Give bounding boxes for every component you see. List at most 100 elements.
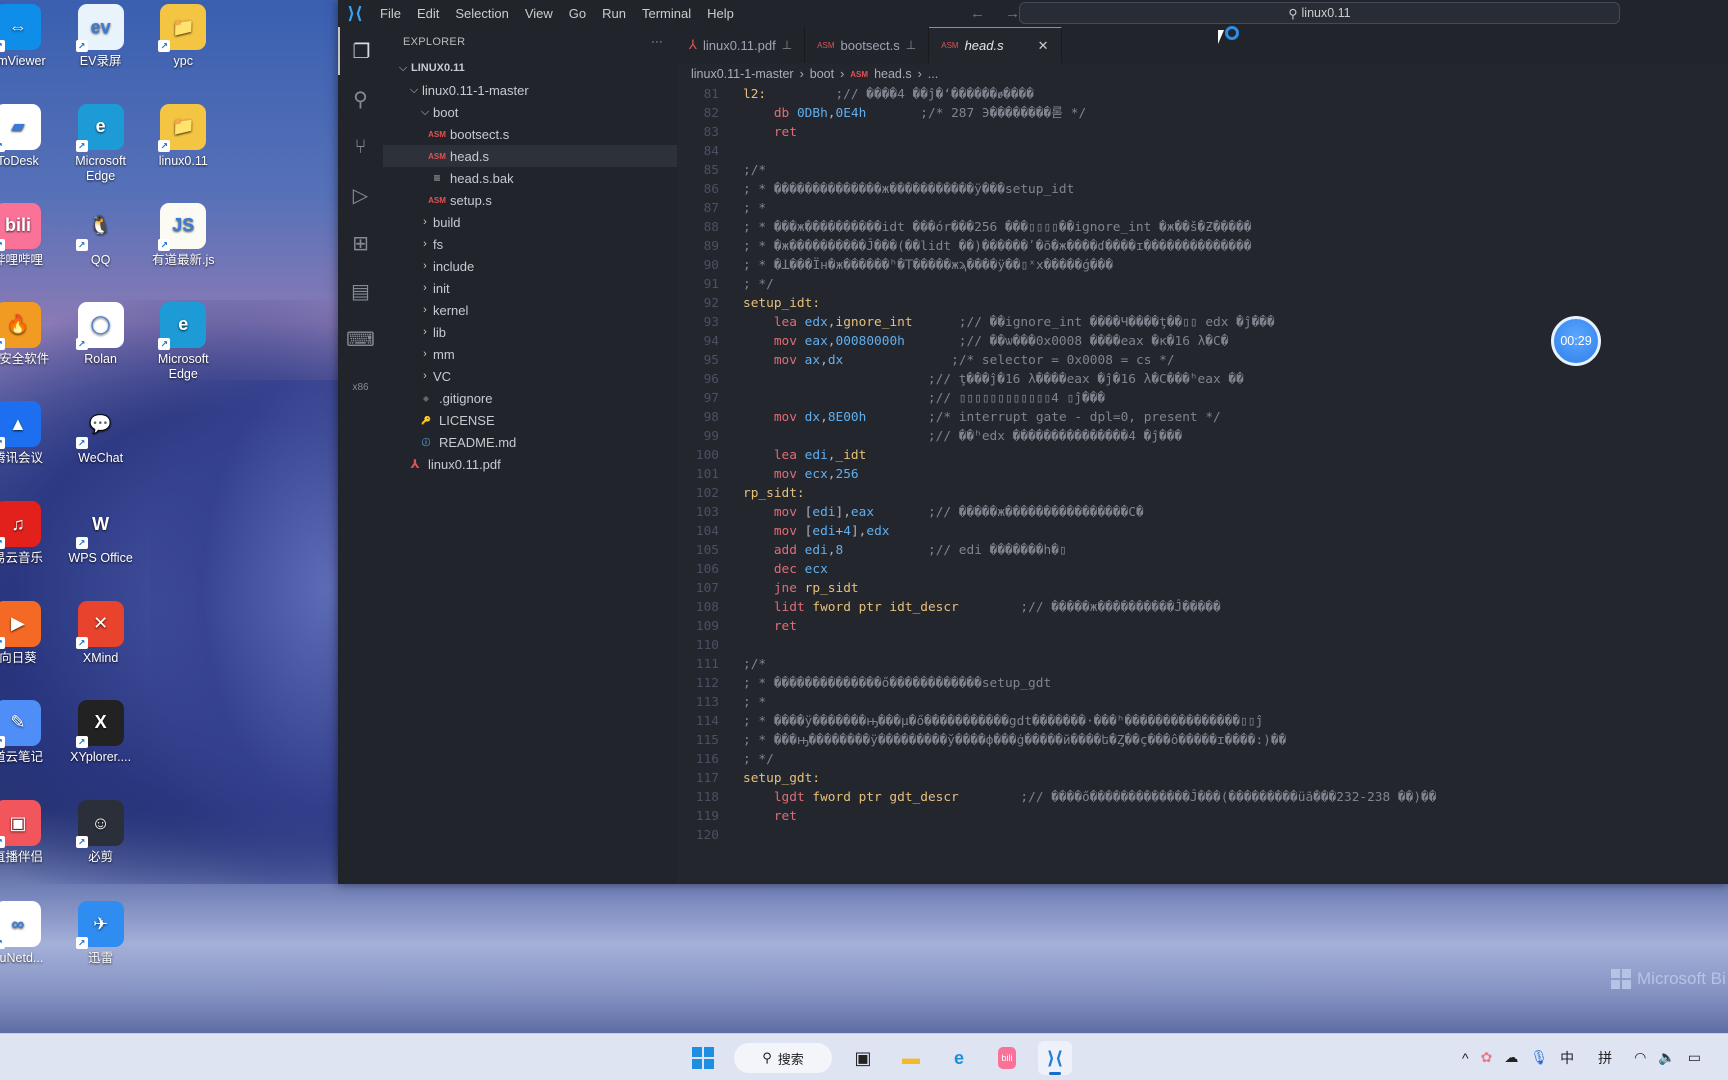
search-icon[interactable]: ⚲ [338, 75, 383, 123]
ime-mode[interactable]: 中 [1560, 1048, 1574, 1068]
desktop-icon[interactable]: 💬 ↗ WeChat [61, 401, 141, 466]
menu-view[interactable]: View [517, 0, 561, 27]
x86-icon[interactable]: x86 [338, 363, 383, 411]
source-control-icon[interactable]: ⑂ [338, 123, 383, 171]
code-line[interactable]: 92 setup_idt: [677, 294, 1728, 313]
code-line[interactable]: 104 mov [edi+4],edx [677, 522, 1728, 541]
taskbar-search[interactable]: ⚲ 搜索 [734, 1043, 832, 1073]
menu-selection[interactable]: Selection [447, 0, 516, 27]
code-line[interactable]: 85 ;/* [677, 161, 1728, 180]
desktop-icon[interactable]: 📁 ↗ ypc [143, 4, 223, 69]
code-line[interactable]: 82 db 0DBh,0E4h ;/* 287 Э��������롣 */ [677, 104, 1728, 123]
code-line[interactable]: 107 jne rp_sidt [677, 579, 1728, 598]
code-line[interactable]: 81 l2: ;// ����4 ��ĵ�‘������ꬾ���� [677, 85, 1728, 104]
tree-item[interactable]: › VC [383, 365, 677, 387]
desktop-icon[interactable]: ✕ ↗ XMind [61, 600, 141, 666]
onedrive-icon[interactable]: ☁ [1504, 1049, 1518, 1066]
tab-linux0-11-pdf[interactable]: ⅄ linux0.11.pdf ⊥ [677, 27, 806, 63]
close-icon[interactable]: ✕ [1038, 38, 1049, 54]
desktop-icon[interactable]: 🔥↗戒安全软件 [0, 301, 58, 367]
desktop-icon[interactable]: ▣↗直播伴侣 [0, 800, 58, 865]
code-line[interactable]: 90 ; * �ꓕ���Ïн�ж������ʰ�ꓔ�����жϡ����ÿ��▯ˣ… [677, 256, 1728, 275]
code-line[interactable]: 83 ret [677, 123, 1728, 142]
code-line[interactable]: 116 ; */ [677, 750, 1728, 769]
breadcrumb-item[interactable]: ... [928, 67, 938, 81]
desktop-icon[interactable]: bili↗哔哩哔哩 [0, 202, 58, 268]
code-line[interactable]: 96 ;// ţ���ĵ�16 λ����eax �ĵ�16 λ�С���ʰea… [677, 370, 1728, 389]
desktop-icon[interactable]: ⇔↗amViewer [0, 4, 58, 69]
tree-item[interactable]: ASM bootsect.s [383, 123, 677, 145]
tray-chevron-icon[interactable]: ^ [1462, 1050, 1469, 1066]
menu-help[interactable]: Help [699, 0, 742, 27]
code-line[interactable]: 86 ; * ��������������ж�����������ÿ���setu… [677, 180, 1728, 199]
desktop-icon[interactable]: ◯ ↗ Rolan [61, 301, 141, 367]
vscode-taskbar-icon[interactable]: ⟩⟨ [1038, 1041, 1072, 1075]
breadcrumb-item[interactable]: linux0.11-1-master [691, 67, 794, 81]
wifi-icon[interactable]: ◠ [1634, 1049, 1646, 1066]
code-line[interactable]: 101 mov ecx,256 [677, 465, 1728, 484]
code-line[interactable]: 84 [677, 142, 1728, 161]
more-actions-button[interactable]: ··· [651, 36, 663, 48]
code-line[interactable]: 102 rp_sidt: [677, 484, 1728, 503]
code-line[interactable]: 112 ; * ��������������ő������������setup_… [677, 674, 1728, 693]
desktop-icon[interactable]: ☺ ↗ 必剪 [61, 800, 141, 865]
code-line[interactable]: 99 ;// ��ʰedx ���������������4 �ĵ��� [677, 427, 1728, 446]
code-line[interactable]: 108 lidt fword ptr idt_descr ;// �����ж�… [677, 598, 1728, 617]
tree-item[interactable]: ⓘ README.md [383, 431, 677, 453]
desktop-icon[interactable]: ▶↗向日葵 [0, 600, 58, 666]
code-line[interactable]: 91 ; */ [677, 275, 1728, 294]
desktop-icon[interactable]: ▲↗腾讯会议 [0, 401, 58, 466]
code-line[interactable]: 111 ;/* [677, 655, 1728, 674]
code-view[interactable]: 81 l2: ;// ����4 ��ĵ�‘������ꬾ���� 82 db 0D… [677, 85, 1728, 845]
tab-bootsect-s[interactable]: ASM bootsect.s ⊥ [805, 27, 930, 63]
tree-item[interactable]: ≡ head.s.bak [383, 167, 677, 189]
code-line[interactable]: 105 add edi,8 ;// edi �������һ�▯ [677, 541, 1728, 560]
recording-timer[interactable]: 00:29 [1551, 316, 1601, 366]
desktop-icon[interactable]: e ↗ Microsoft Edge [143, 301, 223, 382]
volume-icon[interactable]: 🔈 [1658, 1049, 1675, 1066]
flower-app-icon[interactable]: ✿ [1481, 1049, 1493, 1066]
tab-head-s[interactable]: ASM head.s ✕ [929, 27, 1062, 63]
code-line[interactable]: 118 lgdt fword ptr gdt_descr ;// ����ő��… [677, 788, 1728, 807]
code-line[interactable]: 89 ; * �ж����������Ĵ���(��lidt ��)������ʹ… [677, 237, 1728, 256]
menu-edit[interactable]: Edit [409, 0, 447, 27]
desktop-icon[interactable]: ▰↗ToDesk [0, 103, 58, 169]
terminal-icon[interactable]: ⌨ [338, 315, 383, 363]
tree-item[interactable]: ASM setup.s [383, 189, 677, 211]
desktop-icon[interactable]: 🐧 ↗ QQ [61, 203, 141, 268]
code-line[interactable]: 113 ; * [677, 693, 1728, 712]
code-line[interactable]: 87 ; * [677, 199, 1728, 218]
code-line[interactable]: 106 dec ecx [677, 560, 1728, 579]
code-line[interactable]: 109 ret [677, 617, 1728, 636]
code-line[interactable]: 88 ; * ���ж����������idt ���ór���256 ���▯… [677, 218, 1728, 237]
start-button[interactable] [686, 1041, 720, 1075]
menu-terminal[interactable]: Terminal [634, 0, 699, 27]
tree-item[interactable]: › include [383, 255, 677, 277]
tree-item[interactable]: ⌵ LINUX0.11 [383, 57, 677, 79]
tree-item[interactable]: ASM head.s [383, 145, 677, 167]
bilibili-icon[interactable]: bili [990, 1041, 1024, 1075]
battery-icon[interactable]: ▭ [1688, 1049, 1701, 1066]
command-center[interactable]: ⚲ linux0.11 [1019, 2, 1620, 24]
tree-item[interactable]: › fs [383, 233, 677, 255]
desktop-icon[interactable]: ✎↗道云笔记 [0, 699, 58, 765]
desktop-icon[interactable]: ev ↗ EV录屏 [61, 4, 141, 69]
file-explorer-icon[interactable]: ▬ [894, 1041, 928, 1075]
pin-icon[interactable]: ⊥ [906, 38, 916, 52]
menu-run[interactable]: Run [594, 0, 634, 27]
desktop-icon[interactable]: ∞↗duNetd... [0, 901, 58, 966]
pin-icon[interactable]: ⊥ [782, 38, 792, 52]
code-line[interactable]: 117 setup_gdt: [677, 769, 1728, 788]
code-line[interactable]: 97 ;// ▯▯▯▯▯▯▯▯▯▯▯▯4 ▯ĵ��� [677, 389, 1728, 408]
tree-item[interactable]: › lib [383, 321, 677, 343]
desktop-icon[interactable]: W ↗ WPS Office [61, 501, 141, 566]
tree-item[interactable]: › kernel [383, 299, 677, 321]
notebook-icon[interactable]: ▤ [338, 267, 383, 315]
code-line[interactable]: 100 lea edi,_idt [677, 446, 1728, 465]
tree-item[interactable]: ◆ .gitignore [383, 387, 677, 409]
code-line[interactable]: 103 mov [edi],eax ;// �����ж������������… [677, 503, 1728, 522]
tree-item[interactable]: 🔑 LICENSE [383, 409, 677, 431]
code-line[interactable]: 110 [677, 636, 1728, 655]
desktop-icon[interactable]: JS ↗ 有道最新.js [143, 202, 223, 268]
breadcrumb-item[interactable]: boot [810, 67, 834, 81]
